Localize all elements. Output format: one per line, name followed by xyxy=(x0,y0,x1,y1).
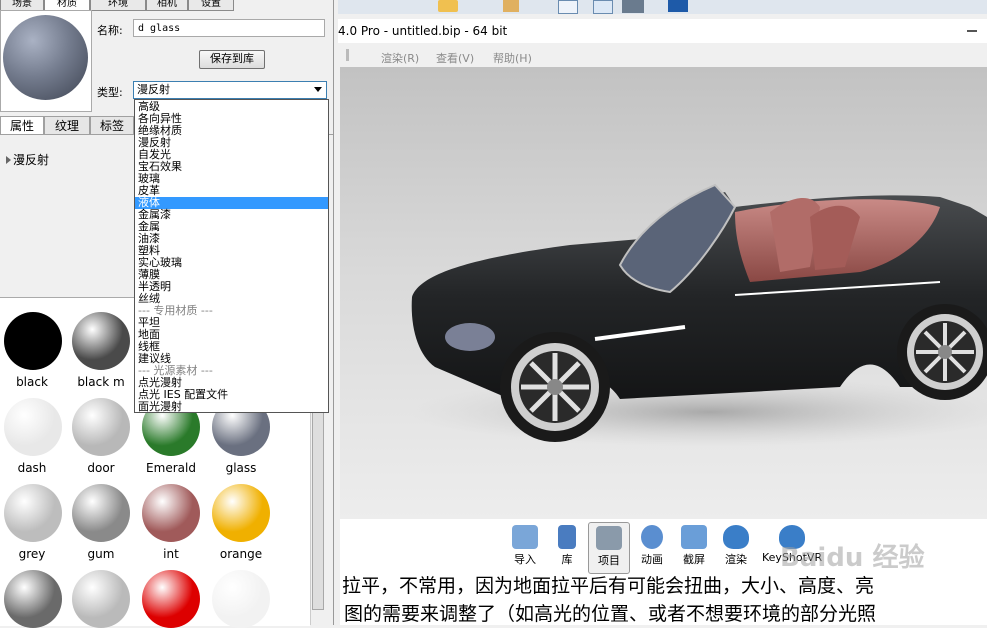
dropdown-option[interactable]: 皮革 xyxy=(135,185,328,197)
library-caption: orange xyxy=(219,547,263,561)
type-select[interactable]: 漫反射 xyxy=(133,81,327,99)
minimize-icon[interactable] xyxy=(967,30,977,32)
library-ball[interactable] xyxy=(72,312,130,370)
tab-settings[interactable]: 设置 xyxy=(188,0,234,11)
render-label: 渲染 xyxy=(725,553,747,566)
pan-icon[interactable] xyxy=(622,0,644,13)
dropdown-option[interactable]: 面光漫射 xyxy=(135,401,328,413)
tab-environment[interactable]: 环境 xyxy=(90,0,146,11)
library-scrollbar-thumb[interactable] xyxy=(312,400,324,610)
baidu-watermark: Baidu 经验 xyxy=(780,543,925,573)
folder-icon[interactable] xyxy=(438,0,458,12)
import-label: 导入 xyxy=(514,553,536,566)
animation-button[interactable]: 动画 xyxy=(632,525,672,567)
library-caption: int xyxy=(163,547,179,561)
library-ball[interactable] xyxy=(4,484,62,542)
type-select-value: 漫反射 xyxy=(137,83,170,96)
menu-view[interactable]: 查看(V) xyxy=(436,50,474,66)
project-icon xyxy=(596,526,622,550)
library-icon xyxy=(558,525,576,549)
library-caption: Emerald xyxy=(146,461,196,475)
library-button[interactable]: 库 xyxy=(547,525,587,567)
library-ball[interactable] xyxy=(4,312,62,370)
library-ball[interactable] xyxy=(212,484,270,542)
library-ball[interactable] xyxy=(142,484,200,542)
dropdown-option[interactable]: 半透明 xyxy=(135,281,328,293)
dropdown-option[interactable]: 油漆 xyxy=(135,233,328,245)
library-ball[interactable] xyxy=(72,484,130,542)
library-caption: glass xyxy=(225,461,257,475)
tab-labels[interactable]: 标签 xyxy=(90,116,134,135)
tab-camera[interactable]: 相机 xyxy=(146,0,188,11)
render-button[interactable]: 渲染 xyxy=(716,525,756,567)
library-ball[interactable] xyxy=(72,398,130,456)
type-dropdown-list: 高级 各向异性 绝缘材质 漫反射 自发光 宝石效果 玻璃 皮革 液体 金属漆 金属 油漆 塑料 实心玻璃薄… xyxy=(134,99,329,413)
library-label: 库 xyxy=(561,553,573,566)
window-title: 4.0 Pro - untitled.bip - 64 bit xyxy=(338,24,508,38)
clock-icon xyxy=(641,525,663,549)
screenshot-button[interactable]: 截屏 xyxy=(674,525,714,567)
library-caption: door xyxy=(87,461,115,475)
library-caption: gum xyxy=(87,547,115,561)
article-text: 拉平，不常用，因为地面拉平后有可能会扭曲，大小、高度、亮 图的需要来调整了（如高… xyxy=(340,575,987,625)
dropdown-option[interactable]: 金属漆 xyxy=(135,209,328,221)
grid-icon[interactable] xyxy=(558,0,578,14)
library-ball[interactable] xyxy=(212,570,270,628)
car-render xyxy=(410,183,987,447)
menu-bar: 渲染(R) 查看(V) 帮助(H) xyxy=(338,46,987,66)
name-input[interactable]: d glass xyxy=(133,19,325,37)
camera-icon xyxy=(681,525,707,549)
render-viewport[interactable] xyxy=(340,67,987,519)
title-bar: 4.0 Pro - untitled.bip - 64 bit xyxy=(338,19,987,43)
library-ball[interactable] xyxy=(4,398,62,456)
tab-textures[interactable]: 纹理 xyxy=(44,116,90,135)
library-ball[interactable] xyxy=(142,570,200,628)
chevron-down-icon xyxy=(314,87,322,92)
teapot-icon xyxy=(723,525,749,549)
top-toolbar xyxy=(338,0,987,14)
dropdown-option[interactable]: 地面 xyxy=(135,329,328,341)
type-label: 类型: xyxy=(97,86,123,99)
bottom-toolbar: 导入 库 项目 动画 截屏 渲染 KeyShotVR Baidu 经验 xyxy=(340,519,987,577)
triangle-right-icon xyxy=(6,156,11,164)
tab-properties[interactable]: 属性 xyxy=(0,116,44,135)
save-to-library-button[interactable]: 保存到库 xyxy=(199,50,265,69)
project-button[interactable]: 项目 xyxy=(588,522,630,574)
article-line: 图的需要来调整了（如高光的位置、或者不想要环境的部分光照 xyxy=(344,603,877,625)
screenshot-label: 截屏 xyxy=(683,553,705,566)
article-line: 拉平，不常用，因为地面拉平后有可能会扭曲，大小、高度、亮 xyxy=(342,575,875,597)
library-caption: black m xyxy=(77,375,125,389)
keyshot-icon[interactable] xyxy=(668,0,688,12)
dropdown-option[interactable]: 玻璃 xyxy=(135,173,328,185)
tree-item-label: 漫反射 xyxy=(13,153,50,167)
preview-sphere xyxy=(3,15,88,100)
name-label: 名称: xyxy=(97,24,123,37)
import-icon xyxy=(512,525,538,549)
library-ball[interactable] xyxy=(4,570,62,628)
material-preview xyxy=(0,10,92,112)
tree-item[interactable]: 漫反射 xyxy=(6,151,49,168)
menu-help[interactable]: 帮助(H) xyxy=(493,50,532,66)
hourglass-icon[interactable] xyxy=(503,0,519,12)
dropdown-option[interactable]: 金属 xyxy=(135,221,328,233)
project-label: 项目 xyxy=(598,554,620,567)
dropdown-option: --- 专用材质 --- xyxy=(138,304,213,317)
import-button[interactable]: 导入 xyxy=(505,525,545,567)
menu-render[interactable]: 渲染(R) xyxy=(381,50,419,66)
animation-label: 动画 xyxy=(641,553,663,566)
cube-icon[interactable] xyxy=(593,0,613,14)
dropdown-option[interactable]: 平坦 xyxy=(135,317,328,329)
dropdown-option[interactable]: 宝石效果 xyxy=(135,161,328,173)
dropdown-option[interactable]: 实心玻璃 xyxy=(135,257,328,269)
library-ball[interactable] xyxy=(72,570,130,628)
